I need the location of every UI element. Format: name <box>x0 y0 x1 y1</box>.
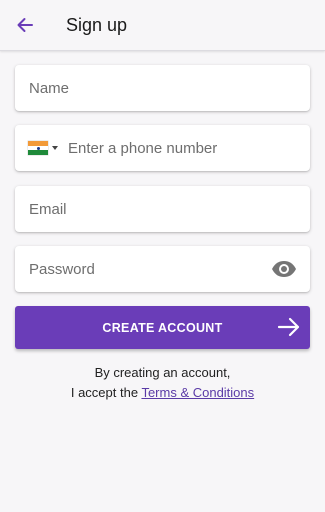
phone-input[interactable] <box>68 125 296 171</box>
terms-notice: By creating an account, I accept the Ter… <box>0 363 325 403</box>
password-input[interactable] <box>29 246 260 292</box>
create-account-button[interactable]: CREATE ACCOUNT <box>15 306 310 349</box>
india-flag-icon <box>28 141 48 156</box>
eye-icon <box>272 261 296 277</box>
terms-line-1: By creating an account, <box>94 365 231 380</box>
app-bar: Sign up <box>0 0 325 51</box>
terms-prefix: I accept the <box>70 385 142 400</box>
phone-field-card <box>15 125 310 171</box>
name-field-card <box>15 65 310 111</box>
arrow-right-icon <box>277 317 300 337</box>
email-field-card <box>15 186 310 232</box>
create-account-label: CREATE ACCOUNT <box>102 321 223 335</box>
name-input[interactable] <box>29 65 296 111</box>
terms-link[interactable]: Terms & Conditions <box>141 385 254 400</box>
password-visibility-toggle[interactable] <box>270 258 298 280</box>
password-field-card <box>15 246 310 292</box>
country-code-picker[interactable] <box>28 139 58 157</box>
email-input[interactable] <box>29 186 296 232</box>
back-button[interactable] <box>10 10 40 40</box>
arrow-left-icon <box>17 18 33 32</box>
terms-line-2: I accept the Terms & Conditions <box>0 383 325 403</box>
page-title: Sign up <box>66 15 128 35</box>
caret-down-icon <box>52 146 58 150</box>
